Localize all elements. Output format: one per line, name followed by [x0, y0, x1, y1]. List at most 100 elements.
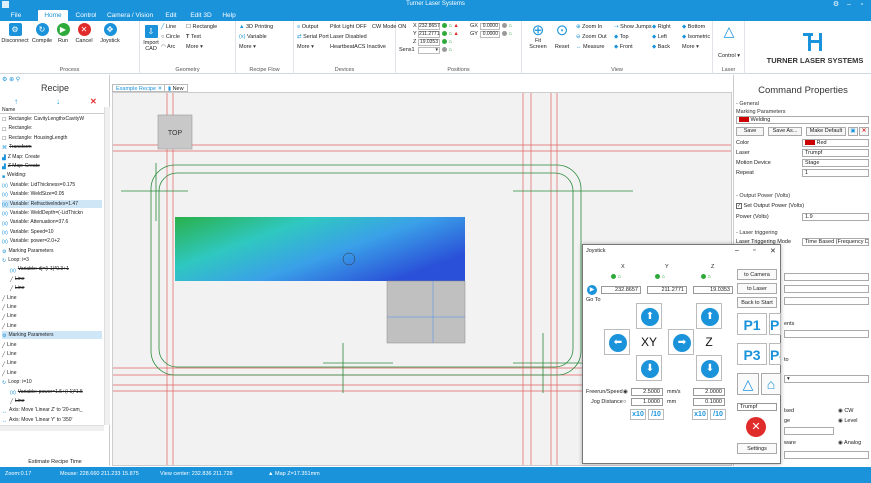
cancel-button[interactable]: ✕ Cancel: [73, 23, 95, 44]
delete-icon[interactable]: ✕: [90, 97, 97, 106]
settings-icon[interactable]: ⚙: [830, 0, 842, 10]
recipe-horizontal-scrollbar[interactable]: [0, 425, 104, 431]
speed-x10-button[interactable]: x10: [630, 409, 646, 420]
recipe-item[interactable]: (x) Variable: WeldSize=0.05: [2, 190, 102, 198]
jog-distance-input[interactable]: 1.0000: [631, 398, 663, 406]
menu-home[interactable]: Home: [38, 10, 68, 21]
left-view-button[interactable]: ◆ Left: [652, 34, 667, 40]
show-jumps-button[interactable]: ⇢ Show Jumps: [614, 24, 652, 30]
triggering-mode-dropdown[interactable]: Time Based (Frequency Di: [802, 238, 869, 246]
recipe-item[interactable]: ⚙ Marking Parameters: [2, 331, 102, 340]
laser-warning-button[interactable]: △: [737, 373, 759, 395]
joystick-button[interactable]: ✥ Joystick: [97, 23, 123, 44]
to-laser-button[interactable]: to Laser: [737, 283, 777, 294]
jog-distance-radio[interactable]: ○: [623, 399, 626, 405]
recipe-item[interactable]: ⚙ Marking Parameters: [2, 247, 102, 255]
close-icon[interactable]: ✕: [770, 247, 776, 255]
speed-div10-button[interactable]: /10: [648, 409, 664, 420]
p4-button[interactable]: P4: [769, 343, 781, 365]
top-view-button[interactable]: ◆ Top: [614, 34, 629, 40]
z-speed-x10-button[interactable]: x10: [692, 409, 708, 420]
home-icon[interactable]: ⌂: [618, 274, 621, 280]
p3-button[interactable]: P3: [737, 343, 767, 365]
zoom-in-button[interactable]: ⊕ Zoom In: [576, 24, 602, 30]
recipe-item[interactable]: ╱ Line: [10, 397, 110, 405]
recipe-item[interactable]: (x) Variable: Speed=10: [2, 228, 102, 236]
column-header-name[interactable]: Name: [0, 107, 104, 114]
sensor-dropdown[interactable]: ▾: [418, 47, 440, 54]
move-down-icon[interactable]: ↓: [56, 97, 60, 106]
recipe-item[interactable]: ⌘ Transform: [2, 143, 102, 151]
output-button[interactable]: ≡ Output: [297, 24, 318, 30]
rectangle-button[interactable]: ☐ Rectangle: [186, 24, 217, 30]
recipe-item[interactable]: ╱ Line: [2, 303, 102, 311]
property-field-4[interactable]: [784, 330, 869, 338]
devices-more-button[interactable]: More ▾: [297, 44, 314, 50]
laser-status[interactable]: Laser Disabled: [330, 34, 367, 40]
cw-radio[interactable]: ◉ CW: [838, 408, 854, 414]
text-button[interactable]: T Text: [186, 34, 201, 40]
disconnect-button[interactable]: ⚙ Disconnect: [1, 23, 29, 44]
jog-y-plus-button[interactable]: ⬆: [636, 303, 662, 329]
maximize-icon[interactable]: ▫: [856, 0, 868, 10]
z-speed-input[interactable]: 2.0000: [693, 388, 725, 396]
recipe-item[interactable]: ╱ Line: [2, 359, 102, 367]
settings-button[interactable]: Settings: [737, 443, 777, 454]
recipe-item[interactable]: ╱ Line: [2, 369, 102, 377]
jog-y-minus-button[interactable]: ⬇: [636, 355, 662, 381]
minimize-icon[interactable]: –: [843, 0, 855, 10]
p2-button[interactable]: P2: [769, 313, 781, 335]
line-button[interactable]: ╱ Line: [161, 24, 176, 30]
home-icon[interactable]: ⌂: [662, 274, 665, 280]
recipe-item[interactable]: ▟ Z Map: Create: [2, 153, 102, 161]
color-dropdown[interactable]: Red: [802, 139, 869, 147]
recipe-item[interactable]: ↻ Loop: i=10: [2, 378, 102, 386]
reset-view-button[interactable]: ⊙ Reset: [552, 23, 572, 50]
go-to-button[interactable]: ▶: [587, 285, 597, 295]
pilot-light-status[interactable]: Pilot Light OFF: [330, 24, 367, 30]
recipe-item[interactable]: ☐ Rectangle: CavityLengthxCavityW: [2, 115, 102, 123]
tab-new[interactable]: ▮ New: [164, 84, 188, 92]
home-all-button[interactable]: ⌂: [761, 373, 781, 395]
recipe-item[interactable]: ╱ Line: [2, 341, 102, 349]
lock-icon[interactable]: ▣: [848, 127, 858, 136]
set-output-power-checkbox[interactable]: ✓ Set Output Power (Volts): [736, 203, 804, 209]
make-default-button[interactable]: Make Default: [806, 127, 846, 136]
to-camera-button[interactable]: to Camera: [737, 269, 777, 280]
jog-z-minus-button[interactable]: ⬇: [696, 355, 722, 381]
marking-params-dropdown[interactable]: Welding: [736, 116, 869, 124]
recipe-item[interactable]: ╱ Line: [2, 322, 102, 330]
stop-button[interactable]: ✕: [746, 417, 766, 437]
motion-device-dropdown[interactable]: Stage: [802, 159, 869, 167]
menu-control[interactable]: Control: [70, 10, 102, 21]
recipe-item[interactable]: (x) Variable: Attenuation=37.6: [2, 218, 102, 226]
freerun-radio[interactable]: ◉: [623, 389, 628, 395]
recipe-item[interactable]: ↔ Axis: Move 'Linear Z' to '20-cam_: [2, 406, 102, 414]
repeat-input[interactable]: 1: [802, 169, 869, 177]
zoom-out-button[interactable]: ⊖ Zoom Out: [576, 34, 607, 40]
right-view-button[interactable]: ◆ Right: [652, 24, 671, 30]
jog-z-plus-button[interactable]: ⬆: [696, 303, 722, 329]
recipe-item[interactable]: (x) Variable: WeldDepth=(-LidThickn: [2, 209, 102, 217]
circle-button[interactable]: ○ Circle: [161, 34, 180, 40]
recipe-item[interactable]: (x) Variable: dj=(i-1)*0.3+1: [10, 265, 110, 273]
menu-edit-3d[interactable]: Edit 3D: [186, 10, 216, 21]
recipe-item[interactable]: ╱ Line: [2, 350, 102, 358]
tab-example-recipe[interactable]: Example Recipe ✕: [112, 84, 167, 92]
view-more-button[interactable]: More ▾: [682, 44, 699, 50]
3d-printing-button[interactable]: ▲ 3D Printing: [239, 24, 273, 30]
geometry-more-button[interactable]: More ▾: [186, 44, 203, 50]
recipe-item[interactable]: ╱ Line: [10, 275, 110, 283]
laser-dropdown[interactable]: Trumpf: [802, 149, 869, 157]
jog-x-minus-button[interactable]: ⬅: [604, 329, 630, 355]
recipe-item[interactable]: ☐ Rectangle: HousingLength: [2, 134, 102, 142]
menu-edit[interactable]: Edit: [160, 10, 182, 21]
menu-help[interactable]: Help: [218, 10, 240, 21]
power-input[interactable]: 1.9: [802, 213, 869, 221]
property-field-3[interactable]: [784, 297, 869, 305]
move-up-icon[interactable]: ↑: [14, 97, 18, 106]
speed-input[interactable]: 2.5000: [631, 388, 663, 396]
front-view-button[interactable]: ◆ Front: [614, 44, 633, 50]
z-goto-input[interactable]: 19.0353: [693, 286, 733, 294]
isometric-view-button[interactable]: ◆ Isometric: [682, 34, 710, 40]
